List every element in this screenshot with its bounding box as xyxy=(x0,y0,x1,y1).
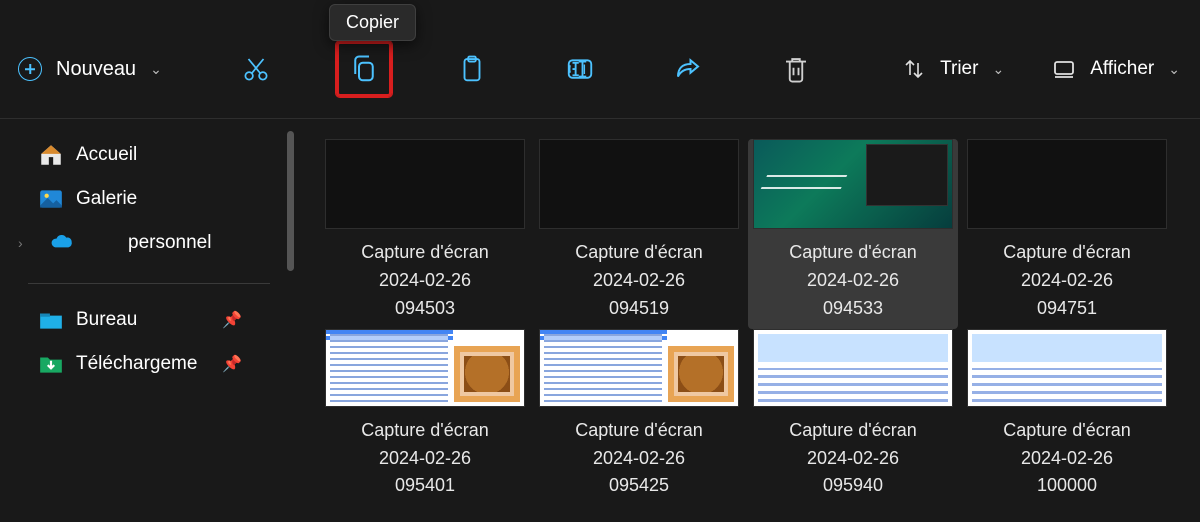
share-icon xyxy=(673,54,703,84)
file-name: Capture d'écran 2024-02-26 095940 xyxy=(789,417,917,501)
file-name: Capture d'écran 2024-02-26 094519 xyxy=(575,239,703,323)
toolbar-icon-group: I xyxy=(228,41,824,97)
home-icon xyxy=(38,142,64,168)
view-button[interactable]: Afficher ⌄ xyxy=(1052,57,1180,81)
view-label: Afficher xyxy=(1090,58,1154,80)
file-thumbnail xyxy=(539,329,739,407)
sidebar-item-galerie[interactable]: Galerie xyxy=(14,177,300,221)
main: Accueil Galerie › personnel Bu xyxy=(0,118,1200,522)
file-item[interactable]: Capture d'écran 2024-02-26 094533 xyxy=(748,139,958,329)
chevron-down-icon: ⌄ xyxy=(992,61,1004,78)
file-thumbnail xyxy=(967,329,1167,407)
file-thumbnail xyxy=(325,139,525,229)
file-item[interactable]: Capture d'écran 2024-02-26 094751 xyxy=(962,139,1172,329)
plus-circle-icon xyxy=(18,57,42,81)
onedrive-icon xyxy=(50,230,76,256)
sidebar-item-telechargements[interactable]: Téléchargeme 📌 xyxy=(14,342,300,386)
sort-icon xyxy=(902,57,926,81)
file-item[interactable]: Capture d'écran 2024-02-26 094519 xyxy=(534,139,744,329)
file-item[interactable]: Capture d'écran 2024-02-26 095940 xyxy=(748,329,958,507)
rename-icon: I xyxy=(565,54,595,84)
file-row: Capture d'écran 2024-02-26 095401 Captur… xyxy=(320,329,1188,507)
file-thumbnail xyxy=(539,139,739,229)
file-name: Capture d'écran 2024-02-26 095425 xyxy=(575,417,703,501)
clipboard-icon xyxy=(457,54,487,84)
file-thumbnail xyxy=(753,139,953,229)
nav: Accueil Galerie › personnel Bu xyxy=(0,119,300,386)
file-thumbnail xyxy=(753,329,953,407)
nav-label: Accueil xyxy=(76,144,137,166)
sidebar-scrollbar[interactable] xyxy=(287,131,294,271)
chevron-right-icon[interactable]: › xyxy=(18,235,38,251)
sidebar-divider xyxy=(28,283,270,284)
file-name: Capture d'écran 2024-02-26 094503 xyxy=(361,239,489,323)
share-button[interactable] xyxy=(660,41,716,97)
cut-button[interactable] xyxy=(228,41,284,97)
display-icon xyxy=(1052,57,1076,81)
sort-button[interactable]: Trier ⌄ xyxy=(902,57,1004,81)
file-item[interactable]: Capture d'écran 2024-02-26 094503 xyxy=(320,139,530,329)
scissors-icon xyxy=(241,54,271,84)
paste-button[interactable] xyxy=(444,41,500,97)
file-name: Capture d'écran 2024-02-26 094751 xyxy=(1003,239,1131,323)
toolbar: Nouveau ⌄ I xyxy=(0,30,1200,108)
sidebar-item-personnel[interactable]: › personnel xyxy=(14,221,300,265)
chevron-down-icon: ⌄ xyxy=(150,61,162,78)
tooltip-copy: Copier xyxy=(329,4,416,41)
nav-label: personnel xyxy=(128,232,211,254)
nav-label: Galerie xyxy=(76,188,137,210)
new-label: Nouveau xyxy=(56,58,136,81)
new-button[interactable]: Nouveau ⌄ xyxy=(18,51,162,87)
sidebar-item-accueil[interactable]: Accueil xyxy=(14,133,300,177)
downloads-folder-icon xyxy=(38,351,64,377)
file-thumbnail xyxy=(967,139,1167,229)
sidebar: Accueil Galerie › personnel Bu xyxy=(0,119,300,522)
chevron-down-icon: ⌄ xyxy=(1168,61,1180,78)
file-item[interactable]: Capture d'écran 2024-02-26 095425 xyxy=(534,329,744,507)
file-item[interactable]: Capture d'écran 2024-02-26 100000 xyxy=(962,329,1172,507)
gallery-icon xyxy=(38,186,64,212)
file-thumbnail xyxy=(325,329,525,407)
pin-icon[interactable]: 📌 xyxy=(222,310,242,330)
sidebar-item-bureau[interactable]: Bureau 📌 xyxy=(14,298,300,342)
nav-label: Téléchargeme xyxy=(76,353,197,375)
pin-icon[interactable]: 📌 xyxy=(222,354,242,374)
desktop-folder-icon xyxy=(38,307,64,333)
sort-label: Trier xyxy=(940,58,978,80)
trash-icon xyxy=(781,54,811,84)
file-item[interactable]: Capture d'écran 2024-02-26 095401 xyxy=(320,329,530,507)
nav-label: Bureau xyxy=(76,309,137,331)
toolbar-right: Trier ⌄ Afficher ⌄ xyxy=(902,57,1200,81)
copy-icon xyxy=(349,54,379,84)
file-name: Capture d'écran 2024-02-26 095401 xyxy=(361,417,489,501)
rename-button[interactable]: I xyxy=(552,41,608,97)
file-content: Capture d'écran 2024-02-26 094503 Captur… xyxy=(300,119,1200,522)
file-name: Capture d'écran 2024-02-26 100000 xyxy=(1003,417,1131,501)
file-row: Capture d'écran 2024-02-26 094503 Captur… xyxy=(320,139,1188,329)
delete-button[interactable] xyxy=(768,41,824,97)
copy-button[interactable] xyxy=(336,41,392,97)
file-name: Capture d'écran 2024-02-26 094533 xyxy=(789,239,917,323)
